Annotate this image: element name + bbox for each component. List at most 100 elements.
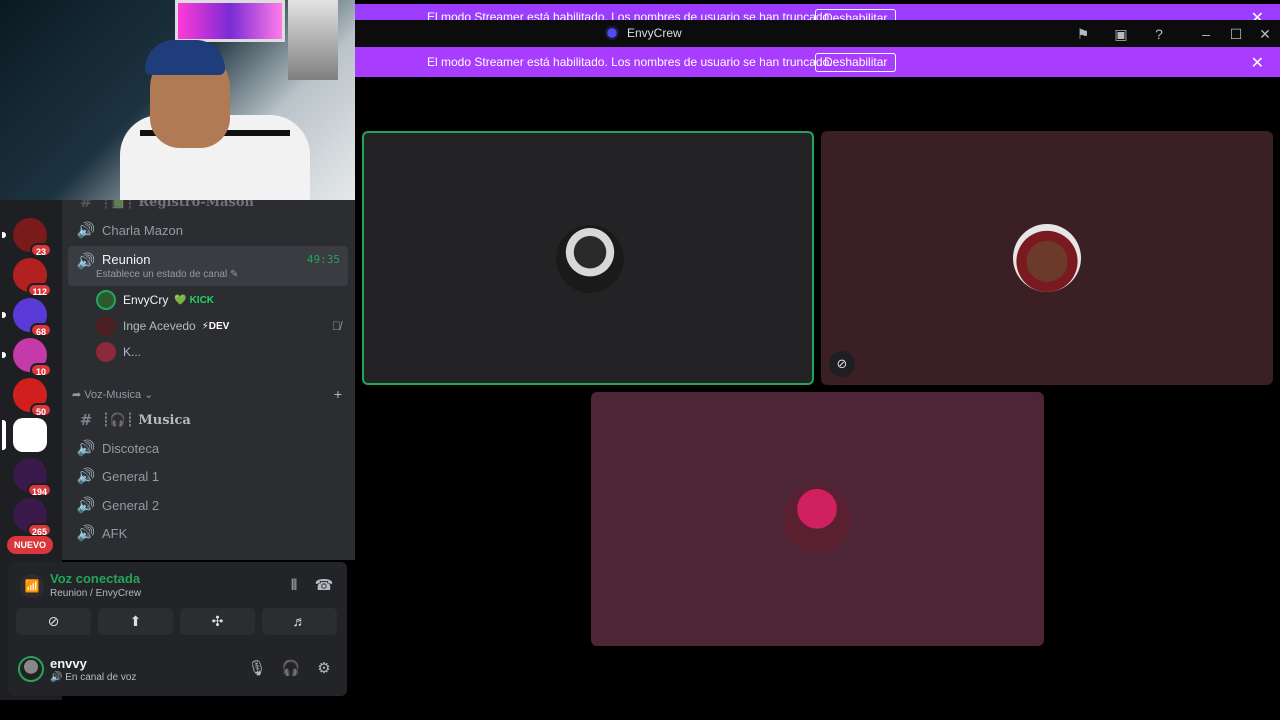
unread-pill bbox=[2, 312, 6, 318]
channel-label: ┊🎧┊ Musica bbox=[102, 412, 191, 428]
channel-musica[interactable]: # ┊🎧┊ Musica bbox=[68, 406, 348, 434]
add-channel-icon[interactable]: + bbox=[334, 386, 342, 402]
soundboard-button[interactable]: ♬ bbox=[262, 608, 337, 635]
disable-button[interactable]: Deshabilitar bbox=[815, 9, 897, 20]
voice-status-title[interactable]: Voz conectada bbox=[50, 571, 140, 586]
member-name: EnvyCry bbox=[123, 293, 169, 307]
screen-share-button[interactable]: ⬆ bbox=[98, 608, 173, 635]
speaker-icon: 🔊 bbox=[76, 440, 96, 457]
server-icon[interactable]: 23 bbox=[2, 218, 52, 257]
disable-streamer-button[interactable]: Deshabilitar bbox=[815, 53, 897, 72]
help-icon[interactable]: ? bbox=[1149, 24, 1169, 44]
headphones-icon[interactable]: 🎧 bbox=[280, 658, 302, 680]
noise-suppression-icon[interactable]: ⦀ bbox=[284, 576, 304, 596]
app-root: 23 112 68 10 50 194 265 NUEVO # ┊📗┊ Regis… bbox=[0, 0, 1280, 720]
channel-label: Reunion bbox=[102, 252, 151, 267]
channel-afk[interactable]: 🔊 AFK bbox=[68, 519, 348, 547]
streamer-cap bbox=[145, 40, 225, 75]
server-icon[interactable]: 194 bbox=[13, 458, 52, 497]
server-icon[interactable]: 10 bbox=[2, 338, 52, 377]
hashtag-icon: # bbox=[79, 200, 93, 211]
server-icon[interactable]: 50 bbox=[13, 378, 52, 417]
channel-label: Discoteca bbox=[102, 440, 160, 456]
wall-poster bbox=[175, 0, 285, 42]
mention-badge: 194 bbox=[26, 483, 52, 497]
username[interactable]: envvy bbox=[50, 656, 87, 671]
channel-label: AFK bbox=[102, 525, 128, 541]
wall-poster bbox=[288, 0, 338, 80]
mention-badge: 112 bbox=[27, 283, 52, 297]
mention-badge: 68 bbox=[30, 323, 52, 337]
channel-label: Charla Mazon bbox=[102, 222, 183, 238]
maximize-icon[interactable]: ☐ bbox=[1226, 24, 1246, 44]
settings-gear-icon[interactable]: ⚙ bbox=[313, 658, 335, 680]
server-icon[interactable]: 112 bbox=[13, 258, 52, 297]
window-title: EnvyCrew bbox=[627, 26, 682, 40]
speaker-icon: 🔊 bbox=[76, 468, 96, 485]
member-name: K... bbox=[123, 345, 142, 359]
close-window-icon[interactable]: ✕ bbox=[1255, 24, 1275, 44]
streamer-mode-banner: El modo Streamer está habilitado. Los no… bbox=[355, 47, 1280, 77]
voice-channel-path[interactable]: Reunion / EnvyCrew bbox=[50, 588, 141, 599]
voice-member[interactable]: EnvyCry 💚 KICK bbox=[96, 289, 214, 311]
muted-mic-icon: 🎙̸ bbox=[332, 319, 341, 333]
streamer-mode-banner-ghost: El modo Streamer está habilitado. Los no… bbox=[355, 4, 1280, 20]
selected-pill bbox=[2, 420, 6, 450]
signal-icon[interactable]: 📶 bbox=[20, 574, 44, 598]
channel-label: General 1 bbox=[102, 468, 160, 484]
channel-list: # ┊📗┊ Registro-Mason 🔊 Charla Mazon 🔊 Reuni… bbox=[62, 200, 355, 560]
server-logo-icon bbox=[605, 26, 619, 40]
unread-pill bbox=[2, 232, 6, 238]
user-panel: envvy 🔊 En canal de voz 🎙 🎧 ⚙ bbox=[8, 640, 347, 696]
participant-avatar bbox=[556, 225, 624, 293]
speaker-icon: 🔊 bbox=[76, 253, 96, 270]
banner-text: El modo Streamer está habilitado. Los no… bbox=[427, 10, 833, 20]
avatar[interactable] bbox=[18, 656, 44, 682]
category-voz-musica[interactable]: ➦ Voz-Musica ⌄ + bbox=[72, 386, 342, 402]
channel-registro[interactable]: # ┊📗┊ Registro-Mason bbox=[68, 200, 348, 216]
participant-tile-speaking[interactable] bbox=[362, 131, 814, 385]
participant-tile[interactable]: ⊘ bbox=[821, 131, 1273, 385]
server-icon-selected[interactable] bbox=[2, 418, 47, 452]
speaker-icon: 🔊 bbox=[76, 222, 96, 239]
inbox-icon[interactable]: ▣ bbox=[1111, 24, 1131, 44]
voice-member[interactable]: Inge Acevedo ⚡DEV 🎙̸ bbox=[96, 315, 341, 337]
close-icon[interactable]: ✕ bbox=[1251, 8, 1264, 20]
server-icon[interactable]: 265 bbox=[13, 498, 52, 537]
title-bar: EnvyCrew ⚑ ▣ ? – ☐ ✕ bbox=[355, 20, 1280, 47]
microphone-icon[interactable]: 🎙 bbox=[246, 658, 268, 680]
mention-badge: 50 bbox=[30, 403, 52, 417]
close-banner-icon[interactable]: ✕ bbox=[1251, 53, 1264, 73]
voice-connection-panel: 📶 Voz conectada Reunion / EnvyCrew ⦀ ☎ ⊘… bbox=[8, 562, 347, 640]
channel-discoteca[interactable]: 🔊 Discoteca bbox=[68, 434, 348, 462]
channel-charla[interactable]: 🔊 Charla Mazon bbox=[68, 216, 348, 244]
channel-general-1[interactable]: 🔊 General 1 bbox=[68, 462, 348, 490]
hashtag-icon: # bbox=[79, 411, 93, 429]
participant-tile[interactable] bbox=[591, 392, 1044, 646]
minimize-icon[interactable]: – bbox=[1196, 24, 1216, 44]
new-badge[interactable]: NUEVO bbox=[7, 536, 53, 554]
channel-reunion[interactable]: 🔊 Reunion 49:35 Establece un estado de ca… bbox=[68, 246, 348, 286]
speaker-icon: 🔊 bbox=[76, 497, 96, 514]
participant-avatar bbox=[783, 485, 851, 553]
call-timer: 49:35 bbox=[306, 253, 340, 266]
channel-label: General 2 bbox=[102, 497, 160, 513]
camera-off-button[interactable]: ⊘ bbox=[16, 608, 91, 635]
activities-button[interactable]: ✣ bbox=[180, 608, 255, 635]
channel-general-2[interactable]: 🔊 General 2 bbox=[68, 491, 348, 519]
flag-icon[interactable]: ⚑ bbox=[1073, 24, 1093, 44]
muted-mic-icon: ⊘ bbox=[829, 351, 855, 377]
unread-pill bbox=[2, 352, 6, 358]
disconnect-icon[interactable]: ☎ bbox=[314, 576, 334, 596]
speaker-icon: 🔊 bbox=[76, 525, 96, 542]
category-label: ➦ Voz-Musica ⌄ bbox=[72, 389, 154, 401]
member-tag: 💚 KICK bbox=[174, 294, 215, 306]
mention-badge: 23 bbox=[30, 243, 52, 257]
channel-status[interactable]: Establece un estado de canal ✎ bbox=[96, 269, 238, 280]
voice-member[interactable]: K... bbox=[96, 341, 141, 363]
server-icon[interactable]: 68 bbox=[2, 298, 52, 337]
mention-badge: 10 bbox=[30, 363, 52, 377]
avatar bbox=[96, 290, 116, 310]
voice-stage: ⊘ bbox=[355, 77, 1280, 720]
avatar bbox=[96, 342, 116, 362]
